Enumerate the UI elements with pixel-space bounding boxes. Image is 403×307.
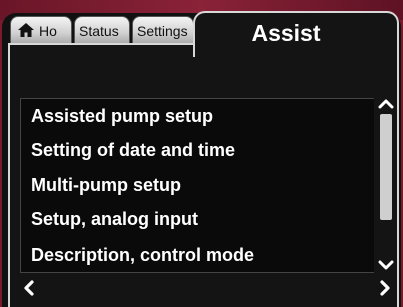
chevron-right-icon[interactable] xyxy=(376,279,394,297)
chevron-down-icon[interactable] xyxy=(378,258,394,272)
menu-item-multi-pump-setup[interactable]: Multi-pump setup xyxy=(31,168,371,202)
tab-assist-label: Assist xyxy=(251,20,321,46)
menu-item-control-mode[interactable]: Description, control mode xyxy=(31,238,371,272)
menu-item-date-time[interactable]: Setting of date and time xyxy=(31,133,371,167)
tab-status[interactable]: Status xyxy=(74,16,130,44)
chevron-up-icon[interactable] xyxy=(378,97,394,111)
tab-underline xyxy=(8,43,194,45)
tab-home[interactable]: Ho xyxy=(10,16,72,44)
tab-settings-label: Settings xyxy=(137,23,188,39)
menu-item-analog-input[interactable]: Setup, analog input xyxy=(31,202,371,236)
tab-status-label: Status xyxy=(79,23,119,39)
chevron-left-icon[interactable] xyxy=(20,279,38,297)
home-icon xyxy=(18,23,34,37)
menu-item-assisted-pump-setup[interactable]: Assisted pump setup xyxy=(31,99,371,133)
tab-home-label: Ho xyxy=(39,23,57,39)
scrollbar-thumb[interactable] xyxy=(380,114,392,220)
tab-assist[interactable]: Assist xyxy=(193,11,399,57)
tab-settings[interactable]: Settings xyxy=(132,16,194,44)
